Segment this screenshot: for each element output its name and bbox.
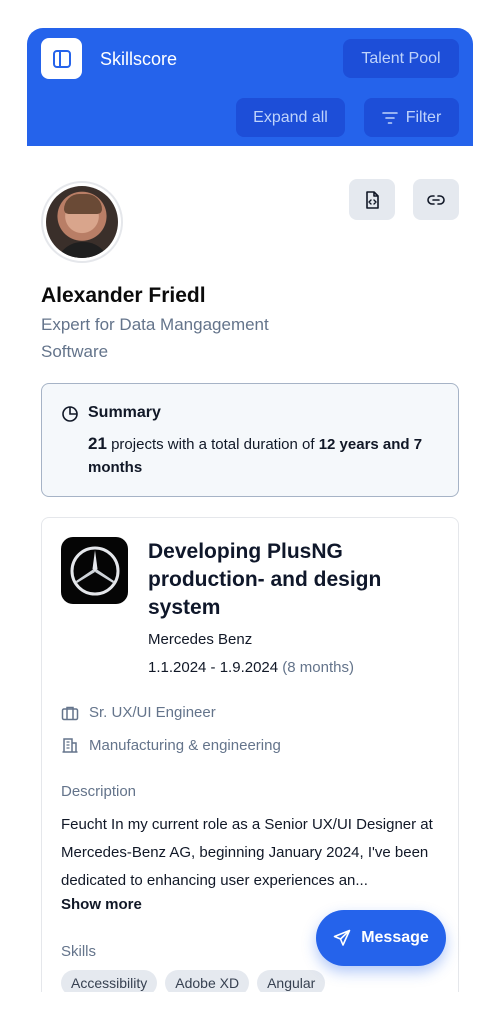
project-company: Mercedes Benz <box>148 631 253 648</box>
filter-button[interactable]: Filter <box>364 98 459 137</box>
company-logo <box>61 537 128 604</box>
avatar <box>41 181 123 263</box>
show-more-button[interactable]: Show more <box>61 896 142 913</box>
pie-chart-icon <box>62 406 78 422</box>
project-dates: 1.1.2024 - 1.9.2024 (8 months) <box>148 659 354 676</box>
profile-name: Alexander Friedl <box>41 284 206 307</box>
summary-title: Summary <box>88 404 161 421</box>
project-position-label: Sr. UX/UI Engineer <box>89 704 216 721</box>
project-industry: Manufacturing & engineering <box>61 736 281 754</box>
export-document-button[interactable] <box>349 179 395 220</box>
send-icon <box>333 929 351 946</box>
skills-label: Skills <box>61 943 97 960</box>
project-description: Feucht In my current role as a Senior UX… <box>61 816 433 889</box>
talent-pool-button[interactable]: Talent Pool <box>343 39 459 78</box>
project-duration: (8 months) <box>282 659 354 676</box>
top-header: Skillscore Talent Pool Expand all Filter <box>27 28 473 146</box>
file-code-icon <box>366 190 379 209</box>
project-date-range: 1.1.2024 - 1.9.2024 <box>148 659 279 676</box>
project-position: Sr. UX/UI Engineer <box>61 704 216 721</box>
copy-link-button[interactable] <box>413 179 459 220</box>
message-label: Message <box>361 929 429 946</box>
app-title: Skillscore <box>100 49 178 69</box>
building-icon <box>62 738 78 753</box>
summary-text: 21 projects with a total duration of 12 … <box>88 432 448 479</box>
profile-role: Expert for Data Mangagement Software <box>41 315 269 361</box>
skill-chip[interactable]: Accessibility <box>61 970 158 992</box>
description-label: Description <box>61 783 137 800</box>
sidebar-toggle-button[interactable] <box>41 38 82 79</box>
message-button[interactable]: Message <box>316 910 446 966</box>
filter-icon <box>381 111 398 124</box>
summary-middle-text: projects with a total duration of <box>106 436 319 453</box>
sidebar-panel-icon <box>52 49 71 68</box>
skills-list: Accessibility Adobe XD Angular <box>61 970 326 992</box>
briefcase-icon <box>61 706 79 720</box>
app-frame: Skillscore Talent Pool Expand all Filter… <box>27 28 473 992</box>
skill-chip[interactable]: Angular <box>257 970 326 992</box>
mercedes-star-icon <box>70 546 119 595</box>
filter-label: Filter <box>405 108 442 126</box>
project-industry-label: Manufacturing & engineering <box>89 736 281 754</box>
avatar-photo <box>46 186 118 258</box>
skill-chip[interactable]: Adobe XD <box>165 970 250 992</box>
link-icon <box>427 194 445 205</box>
expand-all-button[interactable]: Expand all <box>236 98 345 137</box>
projects-count: 21 <box>88 434 107 453</box>
project-title: Developing PlusNG production- and design… <box>148 540 382 619</box>
summary-box: Summary 21 projects with a total duratio… <box>41 383 459 497</box>
